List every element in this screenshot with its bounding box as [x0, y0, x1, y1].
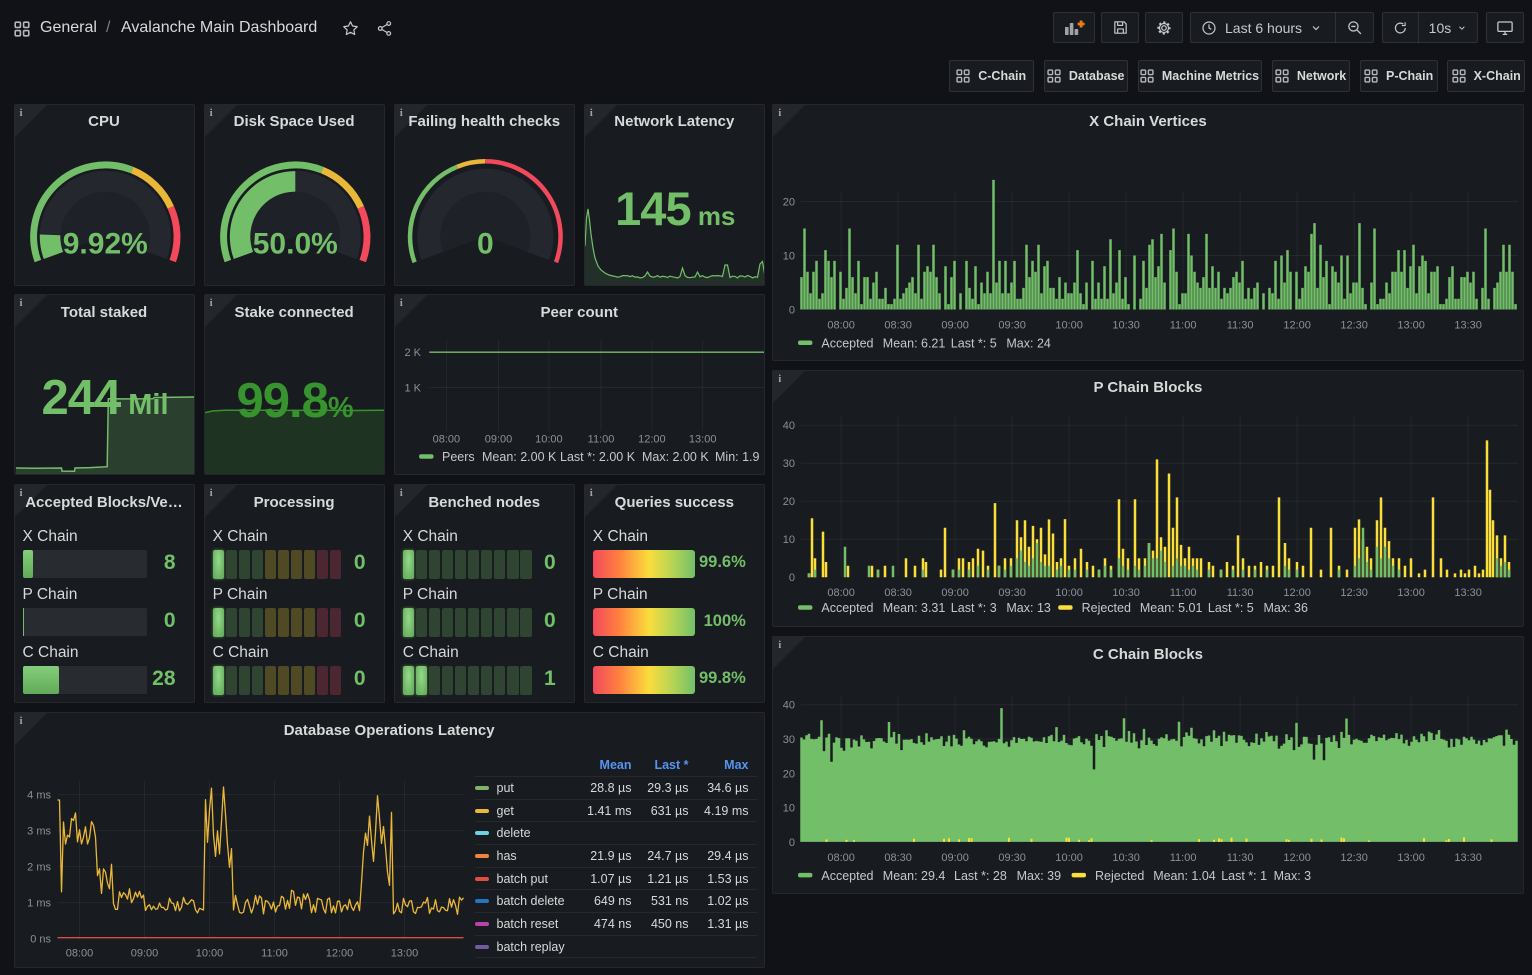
svg-text:50.0%: 50.0% [252, 227, 337, 260]
svg-text:08:00: 08:00 [828, 587, 856, 599]
svg-text:Accepted: Accepted [822, 336, 874, 350]
svg-text:13:00: 13:00 [689, 434, 717, 446]
svg-text:10: 10 [783, 534, 795, 546]
svg-text:30: 30 [783, 458, 795, 470]
svg-text:13:30: 13:30 [1455, 587, 1483, 599]
svg-text:08:00: 08:00 [432, 434, 460, 446]
svg-text:10:30: 10:30 [1113, 587, 1141, 599]
svg-text:10:00: 10:00 [1056, 587, 1084, 599]
svg-text:10:00: 10:00 [195, 948, 223, 960]
svg-text:13:00: 13:00 [1398, 852, 1426, 864]
svg-text:10: 10 [783, 250, 795, 262]
svg-text:Mean: 1.04: Mean: 1.04 [1153, 869, 1216, 883]
svg-text:12:00: 12:00 [1284, 319, 1312, 331]
svg-text:20: 20 [783, 768, 795, 780]
svg-text:Rejected: Rejected [1082, 601, 1131, 615]
svg-text:20: 20 [783, 196, 795, 208]
svg-text:10:00: 10:00 [1056, 852, 1084, 864]
svg-text:Accepted: Accepted [822, 869, 874, 883]
svg-text:Last *: 2.00 K: Last *: 2.00 K [560, 450, 636, 464]
svg-text:1 ms: 1 ms [27, 898, 51, 910]
svg-text:Last *: 5: Last *: 5 [951, 336, 997, 350]
svg-text:Mean: 2.00 K: Mean: 2.00 K [482, 450, 557, 464]
svg-text:10:30: 10:30 [1113, 852, 1141, 864]
svg-text:09:30: 09:30 [999, 587, 1027, 599]
svg-text:Max: 3: Max: 3 [1274, 869, 1312, 883]
svg-text:Max: 24: Max: 24 [1007, 336, 1052, 350]
svg-text:3 ms: 3 ms [27, 826, 51, 838]
svg-text:12:00: 12:00 [1284, 852, 1312, 864]
svg-text:09:00: 09:00 [130, 948, 158, 960]
svg-text:Mean: 29.4: Mean: 29.4 [883, 869, 946, 883]
svg-text:13:00: 13:00 [1398, 319, 1426, 331]
svg-text:11:00: 11:00 [1170, 587, 1197, 599]
svg-text:4 ms: 4 ms [27, 790, 51, 802]
svg-text:13:30: 13:30 [1455, 319, 1483, 331]
svg-text:0: 0 [789, 837, 795, 849]
svg-text:08:30: 08:30 [885, 319, 913, 331]
svg-text:20: 20 [783, 496, 795, 508]
svg-text:12:30: 12:30 [1341, 587, 1369, 599]
svg-text:Last *: 5: Last *: 5 [1208, 601, 1254, 615]
svg-text:09:00: 09:00 [942, 587, 970, 599]
svg-text:11:00: 11:00 [261, 948, 288, 960]
svg-text:08:00: 08:00 [828, 319, 856, 331]
svg-text:13:00: 13:00 [390, 948, 418, 960]
svg-text:Max: 13: Max: 13 [1007, 601, 1052, 615]
svg-text:11:30: 11:30 [1227, 319, 1254, 331]
svg-text:1 K: 1 K [404, 383, 421, 395]
svg-text:Max: 2.00 K: Max: 2.00 K [642, 450, 709, 464]
svg-text:0: 0 [477, 227, 494, 260]
svg-text:11:30: 11:30 [1227, 852, 1254, 864]
svg-text:Mean: 6.21: Mean: 6.21 [883, 336, 946, 350]
svg-text:08:30: 08:30 [885, 852, 913, 864]
svg-text:12:00: 12:00 [1284, 587, 1312, 599]
svg-text:Last *: 3: Last *: 3 [951, 601, 997, 615]
svg-text:13:30: 13:30 [1455, 852, 1483, 864]
svg-text:09:30: 09:30 [999, 319, 1027, 331]
svg-text:09:30: 09:30 [999, 852, 1027, 864]
svg-text:2 ms: 2 ms [27, 862, 51, 874]
svg-text:Min: 1.9: Min: 1.9 [715, 450, 760, 464]
svg-text:10: 10 [783, 803, 795, 815]
svg-text:Max: 39: Max: 39 [1017, 869, 1062, 883]
svg-text:08:30: 08:30 [885, 587, 913, 599]
svg-text:2 K: 2 K [404, 347, 421, 359]
svg-text:12:30: 12:30 [1341, 852, 1369, 864]
svg-text:Last *: 1: Last *: 1 [1221, 869, 1267, 883]
svg-text:11:30: 11:30 [1227, 587, 1254, 599]
svg-text:Peers: Peers [442, 450, 475, 464]
svg-text:11:00: 11:00 [1170, 852, 1197, 864]
svg-text:09:00: 09:00 [484, 434, 512, 446]
svg-text:0 ns: 0 ns [30, 934, 51, 946]
svg-text:Mean: 3.31: Mean: 3.31 [883, 601, 946, 615]
svg-text:09:00: 09:00 [942, 319, 970, 331]
svg-text:10:30: 10:30 [1113, 319, 1141, 331]
svg-text:10:00: 10:00 [535, 434, 563, 446]
svg-text:13:00: 13:00 [1398, 587, 1426, 599]
svg-text:08:00: 08:00 [828, 852, 856, 864]
svg-text:30: 30 [783, 734, 795, 746]
svg-text:12:00: 12:00 [325, 948, 353, 960]
svg-text:12:00: 12:00 [638, 434, 666, 446]
svg-text:10:00: 10:00 [1056, 319, 1084, 331]
svg-text:Accepted: Accepted [822, 601, 874, 615]
svg-text:09:00: 09:00 [942, 852, 970, 864]
svg-text:11:00: 11:00 [1170, 319, 1197, 331]
svg-text:Mean: 5.01: Mean: 5.01 [1140, 601, 1203, 615]
svg-text:40: 40 [783, 700, 795, 712]
svg-text:Max: 36: Max: 36 [1264, 601, 1309, 615]
svg-text:0: 0 [789, 304, 795, 316]
svg-text:12:30: 12:30 [1341, 319, 1369, 331]
svg-text:0: 0 [789, 572, 795, 584]
svg-text:08:00: 08:00 [65, 948, 93, 960]
svg-text:40: 40 [783, 420, 795, 432]
svg-text:Rejected: Rejected [1095, 869, 1144, 883]
svg-text:11:00: 11:00 [587, 434, 614, 446]
svg-text:Last *: 28: Last *: 28 [954, 869, 1007, 883]
svg-text:9.92%: 9.92% [62, 227, 147, 260]
